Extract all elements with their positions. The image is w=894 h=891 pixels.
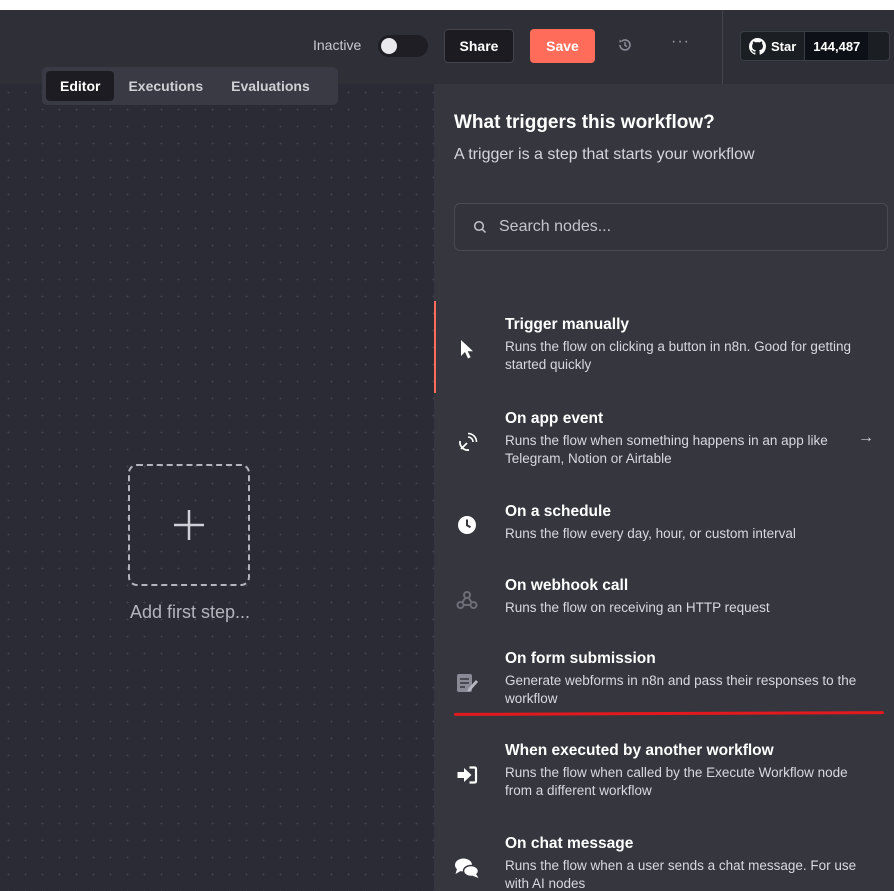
more-options-icon[interactable]: ··· [671, 33, 690, 51]
trigger-item-trigger-manually[interactable]: Trigger manually Runs the flow on clicki… [434, 316, 894, 376]
active-toggle[interactable] [378, 35, 428, 57]
view-tabs: Editor Executions Evaluations [42, 67, 338, 105]
search-icon [473, 220, 487, 234]
satellite-icon [454, 430, 480, 456]
annotation-underline [453, 711, 885, 716]
item-title: On a schedule [505, 503, 611, 520]
chat-icon [454, 855, 480, 881]
item-title: Trigger manually [505, 316, 630, 333]
trigger-item-on-a-schedule[interactable]: On a schedule Runs the flow every day, h… [434, 503, 894, 545]
trigger-item-on-chat-message[interactable]: On chat message Runs the flow when a use… [434, 835, 894, 891]
item-title: When executed by another workflow [505, 742, 774, 759]
plus-icon [174, 510, 204, 540]
github-star-label: Star [771, 38, 797, 54]
form-icon [454, 670, 480, 696]
panel-subtitle: A trigger is a step that starts your wor… [454, 146, 755, 163]
item-title: On webhook call [505, 577, 629, 594]
workflow-canvas[interactable]: Add first step... [0, 84, 434, 891]
item-title: On app event [505, 410, 604, 427]
item-description: Runs the flow when called by the Execute… [505, 765, 848, 798]
github-star-button[interactable]: Star 144,487 [740, 31, 890, 61]
n8n-workflow-editor: Inactive Share Save ··· Star 144,487 Edi… [0, 10, 894, 891]
panel-title: What triggers this workflow? [454, 112, 715, 133]
add-first-step-button[interactable] [128, 464, 250, 586]
item-title: On chat message [505, 835, 634, 852]
item-description: Runs the flow when something happens in … [505, 433, 828, 466]
add-first-step-label: Add first step... [129, 602, 251, 622]
active-status-label: Inactive [313, 37, 362, 53]
item-description: Runs the flow on receiving an HTTP reque… [505, 600, 770, 615]
tab-executions[interactable]: Executions [114, 71, 217, 101]
sign-in-icon [454, 762, 480, 788]
cursor-icon [454, 336, 480, 362]
trigger-item-on-form-submission[interactable]: On form submission Generate webforms in … [434, 650, 894, 710]
github-icon [749, 37, 766, 55]
header-divider [722, 10, 723, 84]
trigger-selection-panel: What triggers this workflow? A trigger i… [434, 84, 894, 891]
item-title: On form submission [505, 650, 656, 667]
search-box[interactable] [454, 203, 888, 251]
search-input[interactable] [499, 218, 859, 236]
tab-editor[interactable]: Editor [46, 71, 115, 101]
trigger-item-on-app-event[interactable]: On app event Runs the flow when somethin… [434, 410, 894, 470]
webhook-icon [454, 587, 480, 613]
share-button[interactable]: Share [444, 29, 514, 63]
history-icon[interactable] [617, 37, 633, 53]
item-description: Generate webforms in n8n and pass their … [505, 673, 857, 706]
trigger-item-executed-by-workflow[interactable]: When executed by another workflow Runs t… [434, 742, 894, 802]
github-star-count: 144,487 [804, 32, 869, 60]
item-description: Runs the flow on clicking a button in n8… [505, 339, 851, 372]
item-description: Runs the flow when a user sends a chat m… [505, 858, 857, 891]
clock-icon [454, 512, 480, 538]
save-button[interactable]: Save [530, 29, 595, 63]
tab-evaluations[interactable]: Evaluations [217, 71, 324, 101]
toggle-knob [381, 38, 397, 54]
item-description: Runs the flow every day, hour, or custom… [505, 526, 796, 541]
trigger-item-on-webhook-call[interactable]: On webhook call Runs the flow on receivi… [434, 577, 894, 619]
arrow-right-icon: → [858, 429, 874, 446]
